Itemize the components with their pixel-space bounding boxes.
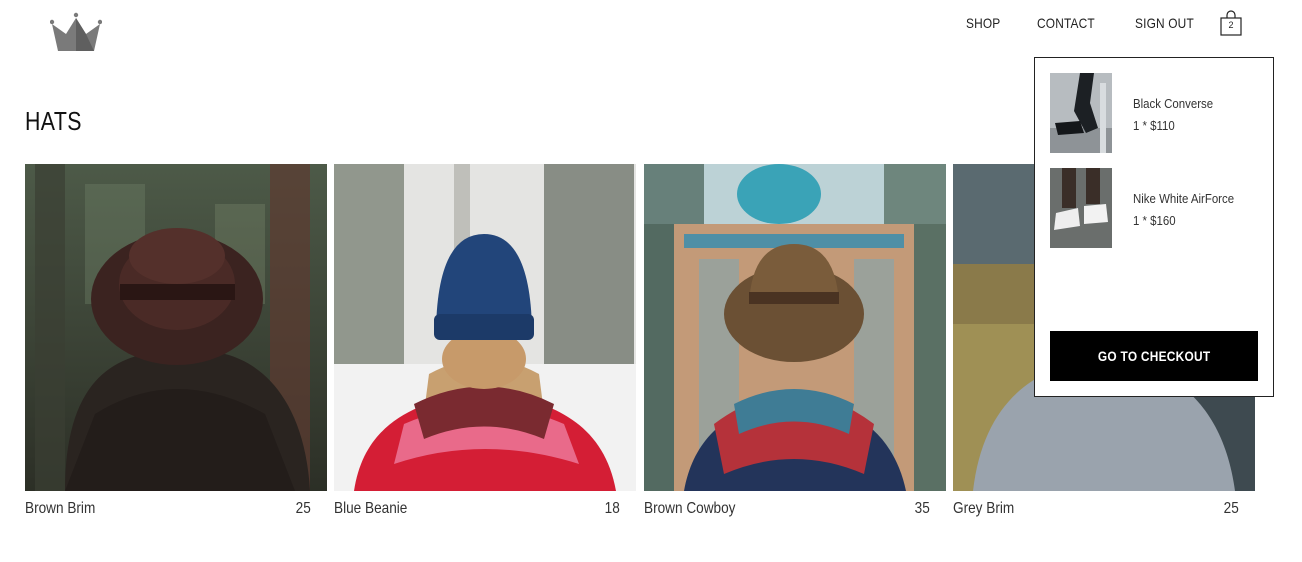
- product-footer: Brown Brim 25: [25, 498, 311, 520]
- product-name: Blue Beanie: [334, 500, 408, 517]
- product-price: 25: [1223, 500, 1239, 517]
- nav-shop[interactable]: SHOP: [966, 15, 1000, 31]
- product-name: Grey Brim: [953, 500, 1015, 517]
- page-title: HATS: [25, 106, 82, 136]
- cart-item-name: Nike White AirForce: [1133, 191, 1235, 206]
- cart-dropdown: Black Converse 1 * $110 Nike White AirFo…: [1034, 57, 1274, 397]
- cart-item-quantity-price: 1 * $160: [1133, 213, 1176, 228]
- cart-item-quantity-price: 1 * $110: [1133, 118, 1175, 133]
- product-image[interactable]: [334, 164, 636, 491]
- product-card: Brown Brim 25: [25, 164, 327, 524]
- product-image[interactable]: [25, 164, 327, 491]
- cart-item: Black Converse 1 * $110: [1050, 73, 1260, 153]
- cart-item-image: [1050, 73, 1112, 153]
- product-footer: Grey Brim 25: [953, 498, 1239, 520]
- cart-item-info: Black Converse 1 * $110: [1133, 93, 1224, 137]
- nav-sign-out[interactable]: SIGN OUT: [1135, 15, 1194, 31]
- cart-item-info: Nike White AirForce 1 * $160: [1133, 188, 1248, 232]
- nav-contact[interactable]: CONTACT: [1037, 15, 1095, 31]
- product-card: Blue Beanie 18: [334, 164, 636, 524]
- main-nav: SHOP CONTACT SIGN OUT 2: [966, 10, 1244, 36]
- product-image[interactable]: [644, 164, 946, 491]
- shopping-bag-icon[interactable]: 2: [1220, 10, 1244, 36]
- product-card: Brown Cowboy 35: [644, 164, 946, 524]
- product-price: 18: [604, 500, 620, 517]
- cart-item: Nike White AirForce 1 * $160: [1050, 168, 1260, 248]
- checkout-label: GO TO CHECKOUT: [1097, 348, 1211, 364]
- product-name: Brown Cowboy: [644, 500, 736, 517]
- product-name: Brown Brim: [25, 500, 96, 517]
- product-price: 35: [914, 500, 930, 517]
- page: SHOP CONTACT SIGN OUT 2 HATS Brown Brim …: [0, 0, 1302, 562]
- go-to-checkout-button[interactable]: GO TO CHECKOUT: [1050, 331, 1258, 381]
- product-footer: Blue Beanie 18: [334, 498, 620, 520]
- cart-item-name: Black Converse: [1133, 96, 1214, 111]
- crown-logo-icon[interactable]: [49, 12, 103, 52]
- cart-item-image: [1050, 168, 1112, 248]
- product-footer: Brown Cowboy 35: [644, 498, 930, 520]
- cart-count-badge: 2: [1228, 20, 1234, 30]
- product-price: 25: [295, 500, 311, 517]
